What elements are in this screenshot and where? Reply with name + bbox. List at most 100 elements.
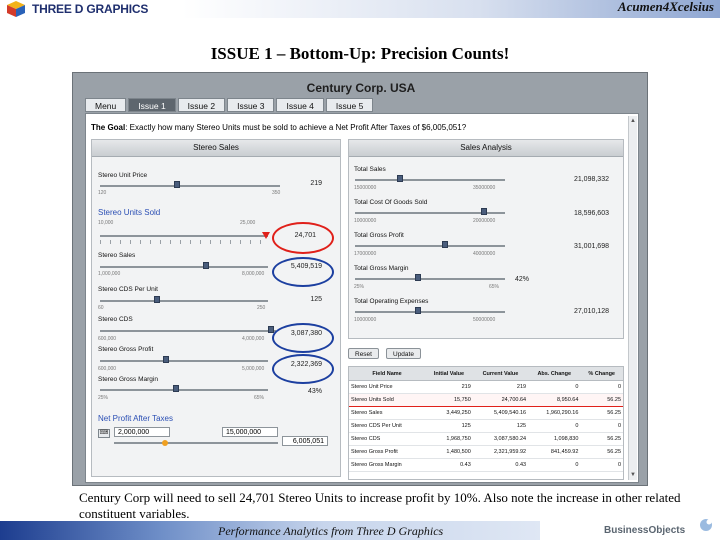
col-abs-change[interactable]: Abs. Change: [528, 367, 581, 381]
total-sales-min: 15000000: [354, 185, 377, 191]
net-profit-value[interactable]: 6,005,051: [282, 436, 328, 446]
stereo-sales-slider[interactable]: [100, 266, 268, 268]
col-current-value[interactable]: Current Value: [472, 367, 529, 381]
update-button[interactable]: Update: [386, 348, 421, 359]
total-cogs-thumb[interactable]: [481, 208, 487, 215]
dashboard-window: Century Corp. USA Menu Issue 1 Issue 2 I…: [72, 72, 648, 486]
goal-label: The Goal: [91, 123, 126, 132]
total-operating-expenses-min: 10000000: [354, 317, 377, 323]
scroll-up-icon[interactable]: ▲: [630, 117, 636, 125]
cell-pct: 0: [580, 458, 623, 472]
total-gross-margin-value: 42%: [514, 276, 529, 283]
goal-text: : Exactly how many Stereo Units must be …: [125, 123, 467, 132]
sales-analysis-panel: Sales Analysis Total Sales 15000000 3500…: [348, 139, 624, 339]
total-sales-slider[interactable]: [355, 179, 505, 181]
stereo-cds-per-unit-min: 60: [98, 305, 104, 311]
total-gross-profit-value: 31,001,698: [573, 243, 609, 250]
issue-1-content: The Goal: Exactly how many Stereo Units …: [85, 113, 639, 483]
stereo-sales-thumb[interactable]: [202, 262, 209, 269]
footer-text: Performance Analytics from Three D Graph…: [218, 524, 444, 538]
reset-button[interactable]: Reset: [348, 348, 379, 359]
tab-issue-5[interactable]: Issue 5: [325, 98, 374, 112]
table-row[interactable]: Stereo Sales 3,449,250 5,409,540.16 1,960,2…: [349, 406, 623, 420]
net-profit-thumb[interactable]: [161, 440, 168, 446]
total-gross-profit-slider[interactable]: [355, 245, 505, 247]
net-profit-max-input[interactable]: 15,000,000: [222, 427, 278, 437]
cell-abs: 1,098,830: [528, 432, 581, 446]
tab-issue-3[interactable]: Issue 3: [227, 98, 275, 112]
stereo-gross-margin-label: Stereo Gross Margin: [98, 376, 158, 383]
total-cogs-value: 18,596,603: [573, 210, 609, 217]
stereo-units-sold-label: Stereo Units Sold: [98, 208, 161, 217]
total-sales-thumb[interactable]: [397, 175, 403, 182]
cell-pct: 0: [580, 380, 623, 394]
stereo-unit-price-thumb[interactable]: [174, 181, 181, 188]
vertical-scrollbar[interactable]: ▲ ▼: [628, 116, 637, 480]
stereo-gross-profit-slider[interactable]: [100, 360, 268, 362]
stereo-gross-margin-slider[interactable]: [100, 389, 268, 391]
total-gross-margin-thumb[interactable]: [415, 274, 421, 281]
stereo-cds-thumb[interactable]: [267, 326, 274, 333]
tab-issue-4[interactable]: Issue 4: [276, 98, 324, 112]
cell-initial: 1,968,750: [425, 432, 473, 446]
stereo-cds-per-unit-thumb[interactable]: [154, 296, 161, 303]
keyboard-icon[interactable]: ⌨: [98, 429, 110, 438]
logo-text: THREE D GRAPHICS: [32, 2, 149, 16]
cell-abs: 8,950.64: [528, 393, 581, 407]
total-gross-margin-label: Total Gross Margin: [354, 265, 409, 272]
total-operating-expenses-thumb[interactable]: [415, 307, 421, 314]
cell-field-name: Stereo CDS Per Unit: [349, 419, 426, 433]
table-row[interactable]: Stereo Unit Price 219 219 0 0: [349, 380, 623, 394]
change-table-container: Field Name Initial Value Current Value A…: [348, 366, 624, 480]
cell-initial: 219: [425, 380, 473, 394]
stereo-units-sold-max: 25,000: [240, 220, 256, 226]
table-row[interactable]: Stereo CDS Per Unit 125 125 0 0: [349, 419, 623, 433]
cds-highlight-circle: [272, 323, 334, 353]
total-operating-expenses-slider[interactable]: [355, 311, 505, 313]
table-header-row: Field Name Initial Value Current Value A…: [349, 367, 623, 381]
total-gross-margin-slider[interactable]: [355, 278, 505, 280]
net-profit-slider[interactable]: [114, 442, 278, 444]
col-pct-change[interactable]: % Change: [580, 367, 623, 381]
cell-initial: 125: [425, 419, 473, 433]
stereo-sales-max: 8,000,000: [242, 271, 265, 277]
stereo-gross-profit-thumb[interactable]: [162, 356, 169, 363]
net-profit-label: Net Profit After Taxes: [98, 414, 173, 423]
table-row[interactable]: Stereo Gross Profit 1,480,500 2,321,959.92…: [349, 445, 623, 459]
stereo-cds-per-unit-label: Stereo CDS Per Unit: [98, 286, 158, 293]
col-initial-value[interactable]: Initial Value: [425, 367, 473, 381]
stereo-unit-price-value: 219: [310, 180, 322, 187]
total-cogs-label: Total Cost Of Goods Sold: [354, 199, 428, 206]
total-sales-max: 35000000: [473, 185, 496, 191]
cell-field-name: Stereo Gross Profit: [349, 445, 426, 459]
change-table: Field Name Initial Value Current Value A…: [349, 367, 623, 472]
stereo-units-sold-thumb[interactable]: [261, 232, 270, 239]
stereo-gross-margin-thumb[interactable]: [172, 385, 179, 392]
scroll-down-icon[interactable]: ▼: [630, 471, 636, 479]
cell-initial: 0.43: [425, 458, 473, 472]
net-profit-min-input[interactable]: 2,000,000: [114, 427, 170, 437]
cell-field-name: Stereo Unit Price: [349, 380, 426, 394]
col-field-name[interactable]: Field Name: [349, 367, 426, 381]
table-row[interactable]: Stereo Gross Margin 0.43 0.43 0 0: [349, 458, 623, 472]
tab-issue-1[interactable]: Issue 1: [128, 98, 176, 112]
total-gross-profit-thumb[interactable]: [442, 241, 448, 248]
cube-logo-icon: [7, 1, 25, 17]
tab-menu[interactable]: Menu: [85, 98, 127, 112]
tab-issue-2[interactable]: Issue 2: [177, 98, 226, 112]
total-cogs-max: 20000000: [473, 218, 496, 224]
table-row-highlighted[interactable]: Stereo Units Sold 15,750 24,700.64 8,950.64…: [349, 393, 623, 407]
cell-current: 24,700.64: [472, 393, 529, 407]
stereo-cds-slider[interactable]: [100, 330, 276, 332]
total-operating-expenses-value: 27,010,128: [573, 308, 609, 315]
total-sales-value: 21,098,332: [573, 176, 609, 183]
stereo-sales-panel: Stereo Sales Stereo Unit Price 120 350 2…: [91, 139, 341, 477]
stereo-units-sold-slider[interactable]: [100, 235, 268, 237]
cell-current: 125: [472, 419, 529, 433]
cell-pct: 56.25: [580, 445, 623, 459]
stereo-unit-price-slider[interactable]: [100, 185, 280, 187]
table-row[interactable]: Stereo CDS 1,968,750 3,087,580.24 1,098,830…: [349, 432, 623, 446]
stereo-cds-per-unit-slider[interactable]: [100, 300, 268, 302]
cell-abs: 1,960,290.16: [528, 406, 581, 420]
total-gross-profit-min: 17000000: [354, 251, 377, 257]
